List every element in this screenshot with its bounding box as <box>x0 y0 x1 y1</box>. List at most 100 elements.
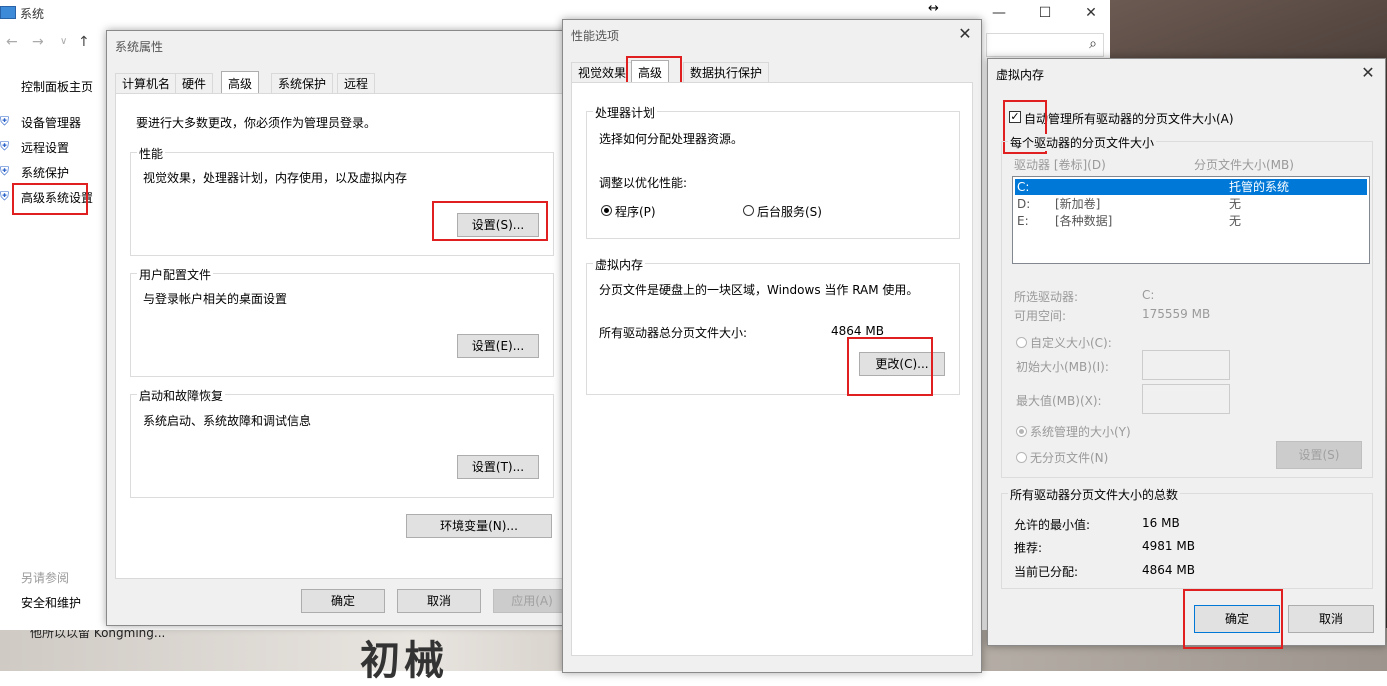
initial-size-input[interactable] <box>1142 350 1230 380</box>
search-icon: ⌕ <box>1089 36 1097 52</box>
sidebar-link-system-protection[interactable]: 系统保护 <box>21 164 69 181</box>
no-paging-label[interactable]: 无分页文件(N) <box>1030 449 1108 466</box>
drive-label: [各种数据] <box>1055 214 1113 228</box>
custom-size-label[interactable]: 自定义大小(C): <box>1030 334 1112 351</box>
group-desc: 视觉效果，处理器计划，内存使用，以及虚拟内存 <box>143 171 408 185</box>
selected-drive-label: 所选驱动器: <box>1014 290 1079 304</box>
tab-bar: 计算机名 硬件 高级 系统保护 远程 <box>115 71 575 95</box>
cancel-button[interactable]: 取消 <box>1288 605 1374 633</box>
no-paging-radio[interactable] <box>1016 452 1027 463</box>
max-size-input[interactable] <box>1142 384 1230 414</box>
adjust-label: 调整以优化性能: <box>599 176 688 190</box>
startup-settings-button[interactable]: 设置(T)... <box>457 455 539 479</box>
highlight-box <box>12 183 88 215</box>
maximize-button[interactable]: ☐ <box>1022 2 1068 24</box>
group-label: 虚拟内存 <box>593 256 646 273</box>
apply-button[interactable]: 应用(A) <box>493 589 571 613</box>
min-allowed-value: 16 MB <box>1142 516 1180 530</box>
history-chevron-icon[interactable]: ∨ <box>60 36 67 47</box>
group-label: 处理器计划 <box>593 104 658 121</box>
startup-recovery-group: 启动和故障恢复 系统启动、系统故障和调试信息 设置(T)... <box>130 387 554 498</box>
background-services-radio[interactable] <box>743 205 754 216</box>
current-allocated-label: 当前已分配: <box>1014 565 1079 579</box>
shield-icon: ⛨ <box>0 139 10 153</box>
tab-dep[interactable]: 数据执行保护 <box>683 62 770 83</box>
search-input[interactable]: ⌕ <box>986 33 1104 57</box>
performance-options-dialog: 性能选项 ✕ 视觉效果 高级 数据执行保护 处理器计划 选择如何分配处理器资源。… <box>562 19 982 673</box>
control-panel-home-link[interactable]: 控制面板主页 <box>21 78 93 95</box>
recommended-value: 4981 MB <box>1142 539 1195 553</box>
dialog-title: 虚拟内存 <box>996 68 1045 82</box>
selected-drive-value: C: <box>1142 288 1155 302</box>
group-label: 性能 <box>137 145 166 162</box>
drive-size: 无 <box>1229 197 1242 211</box>
background-services-label[interactable]: 后台服务(S) <box>757 203 822 220</box>
shield-icon: ⛨ <box>0 114 10 128</box>
sidebar-link-device-manager[interactable]: 设备管理器 <box>21 114 81 131</box>
list-item[interactable]: D: [新加卷] 无 <box>1015 196 1367 212</box>
tab-remote[interactable]: 远程 <box>337 73 376 94</box>
recommended-label: 推荐: <box>1014 541 1043 555</box>
shield-icon: ⛨ <box>0 164 10 178</box>
current-allocated-value: 4864 MB <box>1142 563 1195 577</box>
column-drive-header: 驱动器 [卷标](D) <box>1014 158 1106 172</box>
max-size-label: 最大值(MB)(X): <box>1016 394 1102 408</box>
group-desc: 系统启动、系统故障和调试信息 <box>143 414 312 428</box>
drive-size: 无 <box>1229 214 1242 228</box>
system-managed-radio[interactable] <box>1016 426 1027 437</box>
highlight-box <box>847 337 933 396</box>
highlight-box <box>432 201 548 241</box>
highlight-box <box>1183 589 1283 649</box>
system-managed-label[interactable]: 系统管理的大小(Y) <box>1030 423 1131 440</box>
processor-group: 处理器计划 选择如何分配处理器资源。 调整以优化性能: 程序(P) 后台服务(S… <box>586 104 960 239</box>
group-label: 所有驱动器分页文件大小的总数 <box>1008 486 1181 503</box>
minimize-button[interactable]: — <box>976 2 1022 24</box>
totals-group: 所有驱动器分页文件大小的总数 允许的最小值: 16 MB 推荐: 4981 MB… <box>1001 486 1373 589</box>
dialog-title: 性能选项 <box>571 29 620 43</box>
column-size-header: 分页文件大小(MB) <box>1194 158 1294 172</box>
per-drive-group: 每个驱动器的分页文件大小 驱动器 [卷标](D) 分页文件大小(MB) C: 托… <box>1001 134 1373 478</box>
environment-variables-button[interactable]: 环境变量(N)... <box>406 514 552 538</box>
drive-letter: E: <box>1017 214 1029 228</box>
tab-computer-name[interactable]: 计算机名 <box>115 73 178 94</box>
window-title: 系统 <box>20 7 45 21</box>
total-paging-label: 所有驱动器总分页文件大小: <box>599 326 748 340</box>
resize-icon: ↔ <box>928 1 939 16</box>
close-icon[interactable]: ✕ <box>955 24 975 44</box>
up-arrow-icon[interactable]: ↑ <box>78 34 90 50</box>
system-properties-dialog: 系统属性 计算机名 硬件 高级 系统保护 远程 要进行大多数更改，你必须作为管理… <box>106 30 578 626</box>
group-desc: 与登录帐户相关的桌面设置 <box>143 292 288 306</box>
total-paging-value: 4864 MB <box>831 324 884 338</box>
user-profiles-settings-button[interactable]: 设置(E)... <box>457 334 539 358</box>
back-arrow-icon[interactable]: ← <box>6 34 18 50</box>
group-label: 用户配置文件 <box>137 266 214 283</box>
programs-label[interactable]: 程序(P) <box>615 203 656 220</box>
drive-size: 托管的系统 <box>1229 180 1290 194</box>
custom-size-radio[interactable] <box>1016 337 1027 348</box>
ok-button[interactable]: 确定 <box>301 589 385 613</box>
group-label: 启动和故障恢复 <box>137 387 226 404</box>
tab-system-protection[interactable]: 系统保护 <box>271 73 334 94</box>
see-also-title: 另请参阅 <box>21 571 70 585</box>
list-item[interactable]: E: [各种数据] 无 <box>1015 213 1367 229</box>
security-maintenance-link[interactable]: 安全和维护 <box>21 594 81 611</box>
cancel-button[interactable]: 取消 <box>397 589 481 613</box>
tab-visual-effects[interactable]: 视觉效果 <box>571 62 634 83</box>
drive-label: [新加卷] <box>1055 197 1101 211</box>
drive-letter: C: <box>1017 180 1030 194</box>
group-desc: 分页文件是硬盘上的一块区域，Windows 当作 RAM 使用。 <box>599 283 919 297</box>
drive-list[interactable]: C: 托管的系统 D: [新加卷] 无 E: [各种数据] 无 <box>1012 176 1370 264</box>
forward-arrow-icon[interactable]: → <box>32 34 44 50</box>
close-icon[interactable]: ✕ <box>1358 63 1378 83</box>
drive-letter: D: <box>1017 197 1031 211</box>
close-button[interactable]: ✕ <box>1068 2 1114 24</box>
sidebar-link-remote-settings[interactable]: 远程设置 <box>21 139 69 156</box>
auto-manage-label[interactable]: 自动管理所有驱动器的分页文件大小(A) <box>1024 110 1234 127</box>
group-label: 每个驱动器的分页文件大小 <box>1008 134 1157 151</box>
set-button[interactable]: 设置(S) <box>1276 441 1362 469</box>
programs-radio[interactable] <box>601 205 612 216</box>
tab-hardware[interactable]: 硬件 <box>175 73 214 94</box>
tab-advanced[interactable]: 高级 <box>221 71 260 94</box>
initial-size-label: 初始大小(MB)(I): <box>1016 360 1109 374</box>
list-item[interactable]: C: 托管的系统 <box>1015 179 1367 195</box>
